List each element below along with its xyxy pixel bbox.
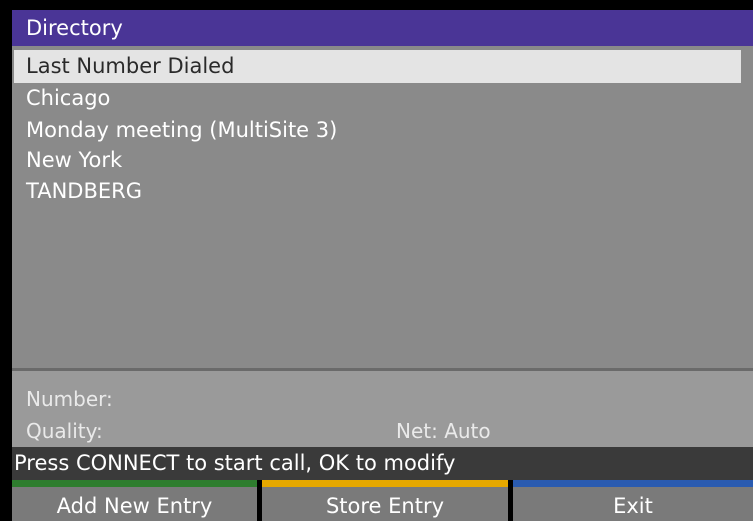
page-title: Directory (12, 10, 753, 46)
exit-button[interactable]: Exit (513, 480, 753, 521)
store-entry-label: Store Entry (325, 494, 445, 518)
directory-screen: Directory Last Number Dialed Chicago Mon… (0, 0, 753, 521)
list-item-last-number-dialed[interactable]: Last Number Dialed (14, 50, 741, 83)
add-new-entry-button[interactable]: Add New Entry (12, 480, 257, 521)
quality-label: Quality: (26, 419, 103, 443)
green-key-indicator (12, 480, 257, 487)
net-setting: Net: Auto (396, 419, 491, 443)
status-hint: Press CONNECT to start call, OK to modif… (12, 447, 753, 480)
entry-info-panel: Number: Quality: Net: Auto (12, 371, 753, 447)
list-item-new-york[interactable]: New York (14, 144, 741, 177)
store-entry-button[interactable]: Store Entry (262, 480, 508, 521)
blue-key-indicator (513, 480, 753, 487)
list-item-monday-meeting[interactable]: Monday meeting (MultiSite 3) (14, 114, 741, 147)
yellow-key-indicator (262, 480, 508, 487)
directory-list[interactable]: Last Number Dialed Chicago Monday meetin… (12, 46, 753, 368)
add-new-entry-label: Add New Entry (56, 494, 213, 518)
number-label: Number: (26, 387, 113, 411)
exit-label: Exit (613, 494, 653, 518)
list-item-chicago[interactable]: Chicago (14, 82, 741, 115)
list-item-tandberg[interactable]: TANDBERG (14, 175, 741, 208)
